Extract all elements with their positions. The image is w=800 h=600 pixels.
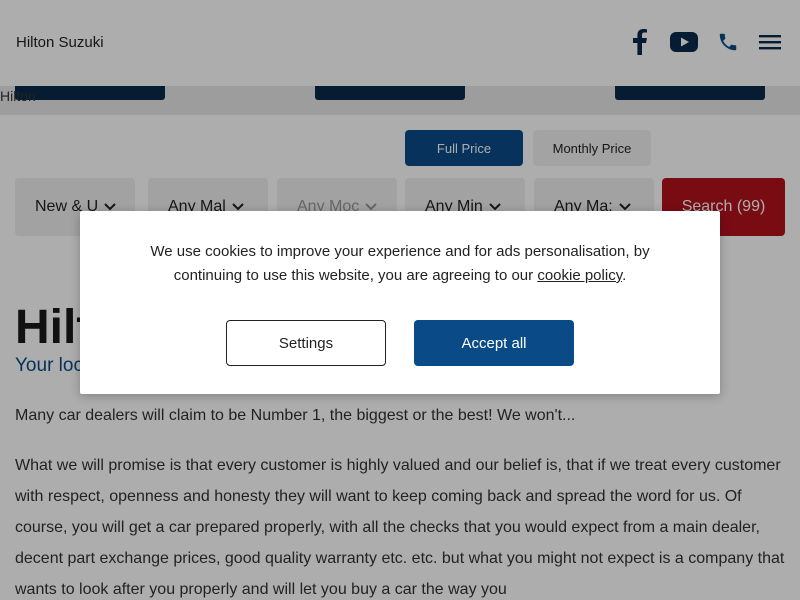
cookie-consent-dialog: We use cookies to improve your experienc… (80, 211, 720, 394)
cookie-message-end: . (622, 267, 627, 284)
cookie-policy-link[interactable]: cookie policy (537, 267, 622, 284)
cookie-message: We use cookies to improve your experienc… (120, 240, 680, 288)
cookie-settings-button[interactable]: Settings (226, 320, 386, 366)
accept-all-button[interactable]: Accept all (414, 320, 574, 366)
